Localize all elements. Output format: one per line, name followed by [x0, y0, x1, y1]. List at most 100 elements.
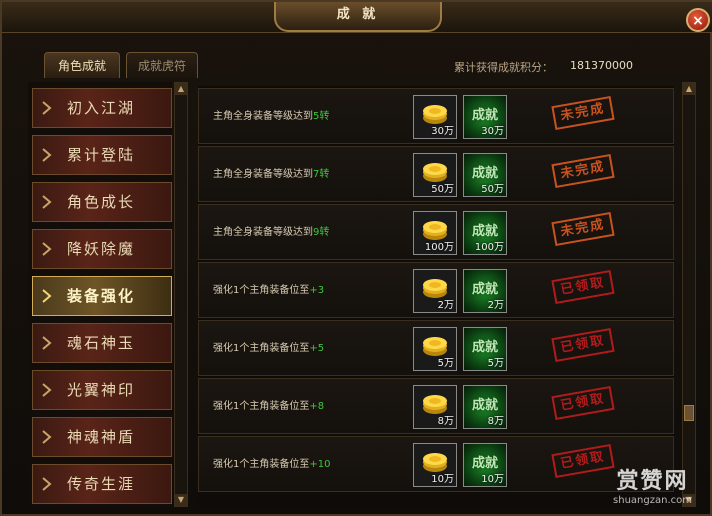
achievement-row: 主角全身装备等级达到5转 30万 成就 30万 未完成 [198, 88, 674, 144]
achievement-text: 主角全身装备等级达到 [213, 111, 313, 122]
status-stamp: 未完成 [551, 211, 615, 247]
green-achievement-icon: 成就 [471, 282, 498, 297]
achievement-points-amount: 10万 [481, 474, 504, 485]
achievement-list: 主角全身装备等级达到5转 30万 成就 30万 未完成 主角全身装备等级达到7转 50万 成就… [198, 86, 674, 506]
achievement-points-amount: 100万 [474, 242, 504, 253]
green-achievement-icon: 成就 [471, 456, 498, 471]
sidebar-item-4[interactable]: 装备强化 [32, 276, 172, 316]
green-achievement-icon: 成就 [471, 398, 498, 413]
close-button[interactable]: × [686, 8, 710, 32]
sidebar-item-6[interactable]: 光翼神印 [32, 370, 172, 410]
sidebar-item-label: 角色成长 [67, 193, 136, 211]
chevron-right-icon [42, 101, 52, 115]
chevron-right-icon [42, 336, 52, 350]
achievement-target: 7转 [313, 169, 330, 180]
achievement-target: 9转 [313, 227, 330, 238]
sidebar-item-3[interactable]: 降妖除魔 [32, 229, 172, 269]
sidebar-item-label: 魂石神玉 [67, 334, 136, 352]
achievement-points-amount: 8万 [487, 416, 504, 427]
green-achievement-icon: 成就 [471, 166, 498, 181]
achievement-target: +8 [309, 401, 325, 412]
list-scroll-up-button[interactable]: ▲ [683, 83, 695, 95]
coin-amount: 30万 [431, 126, 454, 137]
sidebar-item-1[interactable]: 累计登陆 [32, 135, 172, 175]
coin-reward-slot[interactable]: 50万 [413, 153, 457, 197]
sidebar-item-label: 光翼神印 [67, 381, 136, 399]
achievement-reward-slot[interactable]: 成就 5万 [463, 327, 507, 371]
achievement-row: 主角全身装备等级达到9转 100万 成就 100万 未完成 [198, 204, 674, 260]
achievement-reward-slot[interactable]: 成就 30万 [463, 95, 507, 139]
status-stamp: 已领取 [551, 269, 615, 305]
scroll-down-button[interactable]: ▼ [175, 494, 187, 506]
achievement-target: +3 [309, 285, 325, 296]
coin-reward-slot[interactable]: 30万 [413, 95, 457, 139]
coin-reward-slot[interactable]: 2万 [413, 269, 457, 313]
watermark-brand: 赏赞网 [616, 469, 689, 494]
coin-amount: 8万 [437, 416, 454, 427]
achievement-row: 强化1个主角装备位至+10 10万 成就 10万 已领取 [198, 436, 674, 492]
tab-achievement-tally[interactable]: 成就虎符 [126, 52, 198, 78]
achievement-description: 强化1个主角装备位至+10 [213, 437, 330, 493]
achievement-row: 主角全身装备等级达到7转 50万 成就 50万 未完成 [198, 146, 674, 202]
coin-reward-slot[interactable]: 5万 [413, 327, 457, 371]
tab-character-achievements[interactable]: 角色成就 [44, 52, 120, 78]
sidebar-item-2[interactable]: 角色成长 [32, 182, 172, 222]
sidebar-item-0[interactable]: 初入江湖 [32, 88, 172, 128]
status-stamp: 已领取 [551, 385, 615, 421]
title-bar[interactable]: 成 就 × [2, 2, 712, 33]
achievement-target: 5转 [313, 111, 330, 122]
achievement-points-amount: 2万 [487, 300, 504, 311]
sidebar-item-label: 初入江湖 [67, 99, 136, 117]
window-title: 成 就 [274, 2, 442, 32]
sidebar-item-5[interactable]: 魂石神玉 [32, 323, 172, 363]
coin-amount: 10万 [431, 474, 454, 485]
achievement-reward-slot[interactable]: 成就 10万 [463, 443, 507, 487]
watermark: 赏赞网 shuangzan.com [613, 463, 692, 506]
achievement-description: 主角全身装备等级达到5转 [213, 89, 329, 145]
green-achievement-icon: 成就 [471, 224, 498, 239]
sidebar-scrollbar[interactable]: ▲ ▼ [174, 82, 188, 507]
sidebar-item-7[interactable]: 神魂神盾 [32, 417, 172, 457]
score-value: 181370000 [570, 59, 633, 72]
sidebar-item-8[interactable]: 传奇生涯 [32, 464, 172, 504]
coin-amount: 2万 [437, 300, 454, 311]
achievement-reward-slot[interactable]: 成就 50万 [463, 153, 507, 197]
chevron-right-icon [42, 430, 52, 444]
achievement-reward-slot[interactable]: 成就 2万 [463, 269, 507, 313]
achievement-description: 强化1个主角装备位至+8 [213, 379, 324, 435]
list-scroll-thumb[interactable] [684, 405, 694, 421]
chevron-right-icon [42, 148, 52, 162]
score-label: 累计获得成就积分： [454, 61, 553, 74]
green-achievement-icon: 成就 [471, 340, 498, 355]
status-stamp: 未完成 [551, 153, 615, 189]
status-stamp: 已领取 [551, 443, 615, 479]
achievement-reward-slot[interactable]: 成就 100万 [463, 211, 507, 255]
sidebar-item-label: 传奇生涯 [67, 475, 136, 493]
achievement-text: 强化1个主角装备位至 [213, 401, 310, 412]
achievement-row: 强化1个主角装备位至+3 2万 成就 2万 已领取 [198, 262, 674, 318]
sidebar-item-label: 累计登陆 [67, 146, 136, 164]
achievement-points-amount: 50万 [481, 184, 504, 195]
achievement-text: 强化1个主角装备位至 [213, 459, 310, 470]
chevron-right-icon [42, 242, 52, 256]
achievement-points-amount: 5万 [487, 358, 504, 369]
achievement-text: 主角全身装备等级达到 [213, 169, 313, 180]
achievement-text: 主角全身装备等级达到 [213, 227, 313, 238]
achievement-row: 强化1个主角装备位至+8 8万 成就 8万 已领取 [198, 378, 674, 434]
list-scrollbar[interactable]: ▲ ▼ [682, 82, 696, 507]
achievement-description: 主角全身装备等级达到9转 [213, 205, 329, 261]
achievement-description: 强化1个主角装备位至+5 [213, 321, 324, 377]
achievement-target: +5 [309, 343, 325, 354]
achievement-reward-slot[interactable]: 成就 8万 [463, 385, 507, 429]
sidebar-item-label: 装备强化 [67, 287, 136, 305]
coin-reward-slot[interactable]: 100万 [413, 211, 457, 255]
coin-reward-slot[interactable]: 8万 [413, 385, 457, 429]
sidebar-item-label: 降妖除魔 [67, 240, 136, 258]
achievement-points-amount: 30万 [481, 126, 504, 137]
coin-reward-slot[interactable]: 10万 [413, 443, 457, 487]
scroll-up-button[interactable]: ▲ [175, 83, 187, 95]
chevron-right-icon [42, 383, 52, 397]
achievement-target: +10 [309, 459, 331, 470]
coin-amount: 100万 [424, 242, 454, 253]
sidebar-item-label: 神魂神盾 [67, 428, 136, 446]
